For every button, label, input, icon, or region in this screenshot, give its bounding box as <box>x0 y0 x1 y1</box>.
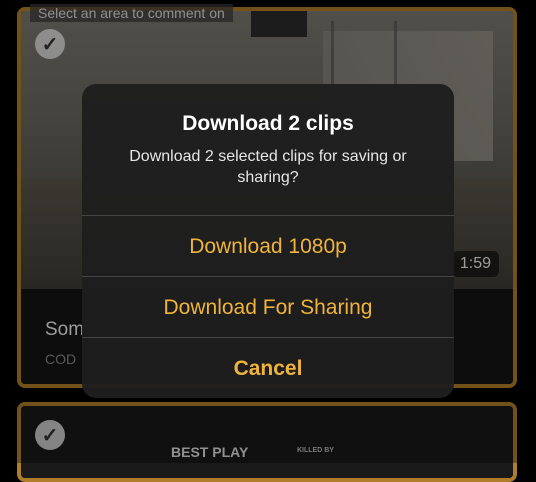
download-1080p-button[interactable]: Download 1080p <box>82 216 454 277</box>
download-dialog: Download 2 clips Download 2 selected cli… <box>82 84 454 398</box>
download-sharing-button[interactable]: Download For Sharing <box>82 277 454 338</box>
cancel-button[interactable]: Cancel <box>82 338 454 398</box>
dialog-title: Download 2 clips <box>182 112 354 135</box>
dialog-message: Download 2 selected clips for saving or … <box>129 148 407 186</box>
